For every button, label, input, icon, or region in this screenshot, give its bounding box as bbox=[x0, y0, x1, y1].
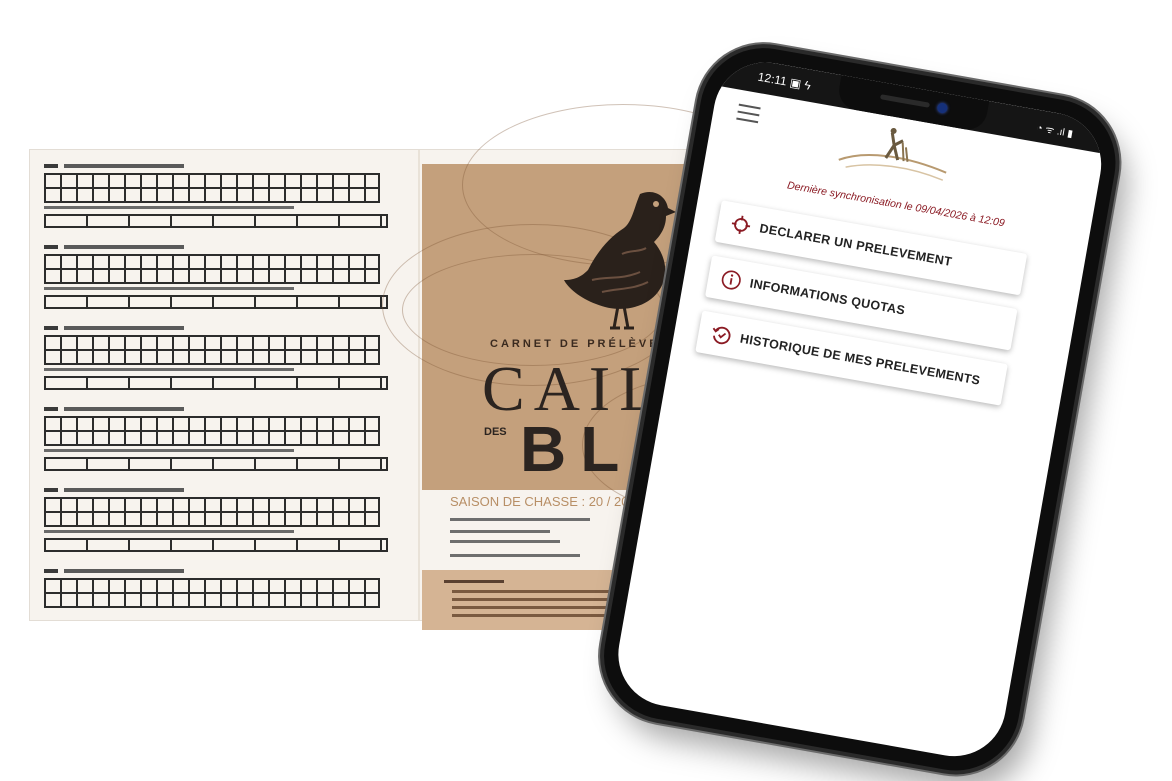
status-icons: ◔ ᯤ .ıl ▮ bbox=[1035, 122, 1074, 141]
button-label: HISTORIQUE DE MES PRELEVEMENTS bbox=[739, 331, 982, 388]
form-block bbox=[44, 486, 410, 566]
form-block bbox=[44, 567, 410, 647]
hamburger-icon[interactable] bbox=[736, 103, 761, 124]
history-icon bbox=[712, 326, 731, 345]
form-block bbox=[44, 162, 410, 242]
button-label: INFORMATIONS QUOTAS bbox=[748, 276, 907, 318]
front-camera bbox=[936, 102, 949, 114]
booklet-fold bbox=[418, 150, 420, 620]
form-block bbox=[44, 405, 410, 485]
info-icon bbox=[721, 270, 741, 290]
hunter-logo-icon bbox=[838, 127, 947, 181]
cover-des: DES bbox=[484, 426, 507, 438]
status-time: 12:11 ▣ ϟ bbox=[756, 69, 812, 93]
target-icon bbox=[731, 215, 751, 235]
form-block bbox=[44, 243, 410, 323]
declaration-forms bbox=[44, 162, 410, 648]
speaker bbox=[879, 94, 931, 108]
form-block bbox=[44, 324, 410, 404]
season-label: SAISON DE CHASSE : 20 / 20 bbox=[450, 494, 629, 509]
button-label: DECLARER UN PRELEVEMENT bbox=[758, 221, 954, 269]
